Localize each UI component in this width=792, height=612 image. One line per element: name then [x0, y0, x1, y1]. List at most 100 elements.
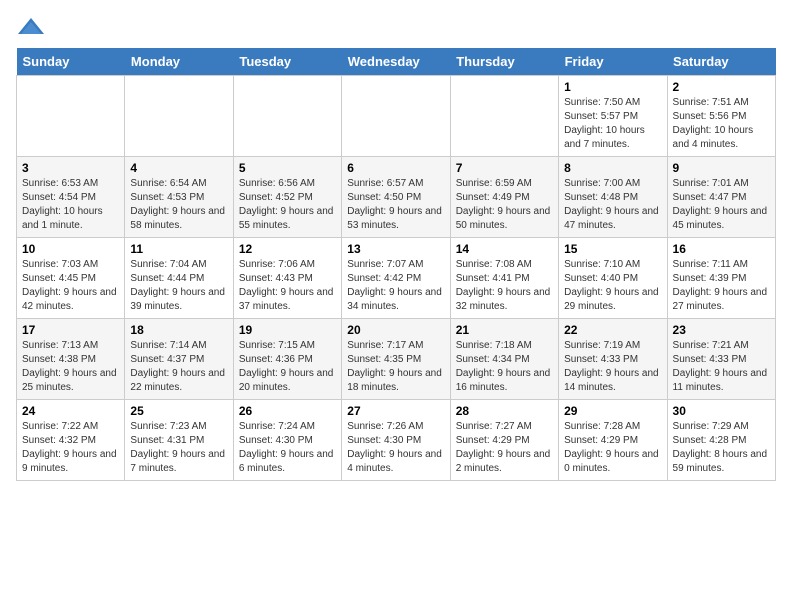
- day-info: Sunrise: 7:14 AM Sunset: 4:37 PM Dayligh…: [130, 339, 227, 395]
- day-info: Sunrise: 7:01 AM Sunset: 4:47 PM Dayligh…: [673, 177, 770, 233]
- day-info: Sunrise: 7:10 AM Sunset: 4:40 PM Dayligh…: [564, 258, 661, 314]
- day-number: 17: [22, 323, 119, 337]
- cell-week5-day2: 26 Sunrise: 7:24 AM Sunset: 4:30 PM Dayli…: [233, 400, 341, 481]
- cell-week2-day5: 8 Sunrise: 7:00 AM Sunset: 4:48 PM Daylig…: [559, 157, 667, 238]
- week-row-5: 24Sunrise: 7:22 AM Sunset: 4:32 PM Dayli…: [17, 400, 776, 481]
- day-number: 8: [564, 161, 661, 175]
- day-number: 4: [130, 161, 227, 175]
- cell-week4-day5: 22 Sunrise: 7:19 AM Sunset: 4:33 PM Dayli…: [559, 319, 667, 400]
- day-number: 26: [239, 404, 336, 418]
- day-number: 29: [564, 404, 661, 418]
- week-row-3: 10 Sunrise: 7:03 AM Sunset: 4:45 PM Dayli…: [17, 238, 776, 319]
- cell-week2-day0: 3 Sunrise: 6:53 AM Sunset: 4:54 PM Daylig…: [17, 157, 125, 238]
- day-info: Sunrise: 6:54 AM Sunset: 4:53 PM Dayligh…: [130, 177, 227, 233]
- week-row-2: 3 Sunrise: 6:53 AM Sunset: 4:54 PM Daylig…: [17, 157, 776, 238]
- day-number: 12: [239, 242, 336, 256]
- day-number: 10: [22, 242, 119, 256]
- day-info: Sunrise: 7:11 AM Sunset: 4:39 PM Dayligh…: [673, 258, 770, 314]
- header: [16, 16, 776, 40]
- day-info: Sunrise: 7:26 AM Sunset: 4:30 PM Dayligh…: [347, 420, 444, 476]
- cell-week2-day3: 6 Sunrise: 6:57 AM Sunset: 4:50 PM Daylig…: [342, 157, 450, 238]
- day-number: 18: [130, 323, 227, 337]
- day-info: Sunrise: 7:15 AM Sunset: 4:36 PM Dayligh…: [239, 339, 336, 395]
- day-info: Sunrise: 7:18 AM Sunset: 4:34 PM Dayligh…: [456, 339, 553, 395]
- cell-week4-day3: 20 Sunrise: 7:17 AM Sunset: 4:35 PM Dayli…: [342, 319, 450, 400]
- day-info: Sunrise: 7:07 AM Sunset: 4:42 PM Dayligh…: [347, 258, 444, 314]
- day-info: Sunrise: 7:13 AM Sunset: 4:38 PM Dayligh…: [22, 339, 119, 395]
- cell-week5-day5: 29 Sunrise: 7:28 AM Sunset: 4:29 PM Dayli…: [559, 400, 667, 481]
- day-info: Sunrise: 6:59 AM Sunset: 4:49 PM Dayligh…: [456, 177, 553, 233]
- day-number: 7: [456, 161, 553, 175]
- cell-week1-day4: [450, 76, 558, 157]
- cell-week3-day1: 11Sunrise: 7:04 AM Sunset: 4:44 PM Dayli…: [125, 238, 233, 319]
- day-number: 5: [239, 161, 336, 175]
- day-number: 20: [347, 323, 444, 337]
- day-number: 23: [673, 323, 770, 337]
- cell-week1-day0: [17, 76, 125, 157]
- calendar-header: SundayMondayTuesdayWednesdayThursdayFrid…: [17, 48, 776, 76]
- cell-week3-day2: 12Sunrise: 7:06 AM Sunset: 4:43 PM Dayli…: [233, 238, 341, 319]
- day-info: Sunrise: 7:27 AM Sunset: 4:29 PM Dayligh…: [456, 420, 553, 476]
- day-number: 25: [130, 404, 227, 418]
- day-info: Sunrise: 7:08 AM Sunset: 4:41 PM Dayligh…: [456, 258, 553, 314]
- weekday-row: SundayMondayTuesdayWednesdayThursdayFrid…: [17, 48, 776, 76]
- day-info: Sunrise: 6:57 AM Sunset: 4:50 PM Dayligh…: [347, 177, 444, 233]
- cell-week5-day3: 27Sunrise: 7:26 AM Sunset: 4:30 PM Dayli…: [342, 400, 450, 481]
- day-number: 14: [456, 242, 553, 256]
- weekday-saturday: Saturday: [667, 48, 775, 76]
- day-number: 28: [456, 404, 553, 418]
- cell-week4-day4: 21 Sunrise: 7:18 AM Sunset: 4:34 PM Dayli…: [450, 319, 558, 400]
- day-info: Sunrise: 7:00 AM Sunset: 4:48 PM Dayligh…: [564, 177, 661, 233]
- cell-week1-day1: [125, 76, 233, 157]
- logo-icon: [16, 16, 46, 40]
- day-info: Sunrise: 7:28 AM Sunset: 4:29 PM Dayligh…: [564, 420, 661, 476]
- cell-week4-day2: 19 Sunrise: 7:15 AM Sunset: 4:36 PM Dayli…: [233, 319, 341, 400]
- day-number: 3: [22, 161, 119, 175]
- cell-week5-day6: 30 Sunrise: 7:29 AM Sunset: 4:28 PM Dayli…: [667, 400, 775, 481]
- day-info: Sunrise: 7:17 AM Sunset: 4:35 PM Dayligh…: [347, 339, 444, 395]
- calendar-body: 1Sunrise: 7:50 AM Sunset: 5:57 PM Daylig…: [17, 76, 776, 481]
- day-info: Sunrise: 7:22 AM Sunset: 4:32 PM Dayligh…: [22, 420, 119, 476]
- day-number: 13: [347, 242, 444, 256]
- day-info: Sunrise: 6:56 AM Sunset: 4:52 PM Dayligh…: [239, 177, 336, 233]
- day-number: 6: [347, 161, 444, 175]
- day-number: 30: [673, 404, 770, 418]
- cell-week4-day6: 23 Sunrise: 7:21 AM Sunset: 4:33 PM Dayli…: [667, 319, 775, 400]
- week-row-1: 1Sunrise: 7:50 AM Sunset: 5:57 PM Daylig…: [17, 76, 776, 157]
- cell-week3-day5: 15 Sunrise: 7:10 AM Sunset: 4:40 PM Dayli…: [559, 238, 667, 319]
- day-number: 21: [456, 323, 553, 337]
- day-info: Sunrise: 6:53 AM Sunset: 4:54 PM Dayligh…: [22, 177, 119, 233]
- week-row-4: 17 Sunrise: 7:13 AM Sunset: 4:38 PM Dayli…: [17, 319, 776, 400]
- cell-week2-day1: 4 Sunrise: 6:54 AM Sunset: 4:53 PM Daylig…: [125, 157, 233, 238]
- cell-week2-day6: 9 Sunrise: 7:01 AM Sunset: 4:47 PM Daylig…: [667, 157, 775, 238]
- day-info: Sunrise: 7:29 AM Sunset: 4:28 PM Dayligh…: [673, 420, 770, 476]
- day-number: 15: [564, 242, 661, 256]
- day-info: Sunrise: 7:21 AM Sunset: 4:33 PM Dayligh…: [673, 339, 770, 395]
- day-info: Sunrise: 7:24 AM Sunset: 4:30 PM Dayligh…: [239, 420, 336, 476]
- day-number: 11: [130, 242, 227, 256]
- weekday-tuesday: Tuesday: [233, 48, 341, 76]
- day-number: 1: [564, 80, 661, 94]
- cell-week1-day5: 1Sunrise: 7:50 AM Sunset: 5:57 PM Daylig…: [559, 76, 667, 157]
- cell-week5-day4: 28 Sunrise: 7:27 AM Sunset: 4:29 PM Dayli…: [450, 400, 558, 481]
- weekday-friday: Friday: [559, 48, 667, 76]
- cell-week5-day0: 24Sunrise: 7:22 AM Sunset: 4:32 PM Dayli…: [17, 400, 125, 481]
- day-number: 19: [239, 323, 336, 337]
- day-number: 22: [564, 323, 661, 337]
- cell-week3-day0: 10 Sunrise: 7:03 AM Sunset: 4:45 PM Dayli…: [17, 238, 125, 319]
- day-info: Sunrise: 7:03 AM Sunset: 4:45 PM Dayligh…: [22, 258, 119, 314]
- cell-week3-day4: 14 Sunrise: 7:08 AM Sunset: 4:41 PM Dayli…: [450, 238, 558, 319]
- cell-week1-day2: [233, 76, 341, 157]
- cell-week4-day1: 18 Sunrise: 7:14 AM Sunset: 4:37 PM Dayli…: [125, 319, 233, 400]
- calendar-table: SundayMondayTuesdayWednesdayThursdayFrid…: [16, 48, 776, 481]
- cell-week5-day1: 25 Sunrise: 7:23 AM Sunset: 4:31 PM Dayli…: [125, 400, 233, 481]
- day-number: 16: [673, 242, 770, 256]
- weekday-wednesday: Wednesday: [342, 48, 450, 76]
- cell-week3-day3: 13 Sunrise: 7:07 AM Sunset: 4:42 PM Dayli…: [342, 238, 450, 319]
- day-number: 9: [673, 161, 770, 175]
- weekday-sunday: Sunday: [17, 48, 125, 76]
- day-info: Sunrise: 7:19 AM Sunset: 4:33 PM Dayligh…: [564, 339, 661, 395]
- day-info: Sunrise: 7:23 AM Sunset: 4:31 PM Dayligh…: [130, 420, 227, 476]
- cell-week2-day4: 7 Sunrise: 6:59 AM Sunset: 4:49 PM Daylig…: [450, 157, 558, 238]
- cell-week1-day3: [342, 76, 450, 157]
